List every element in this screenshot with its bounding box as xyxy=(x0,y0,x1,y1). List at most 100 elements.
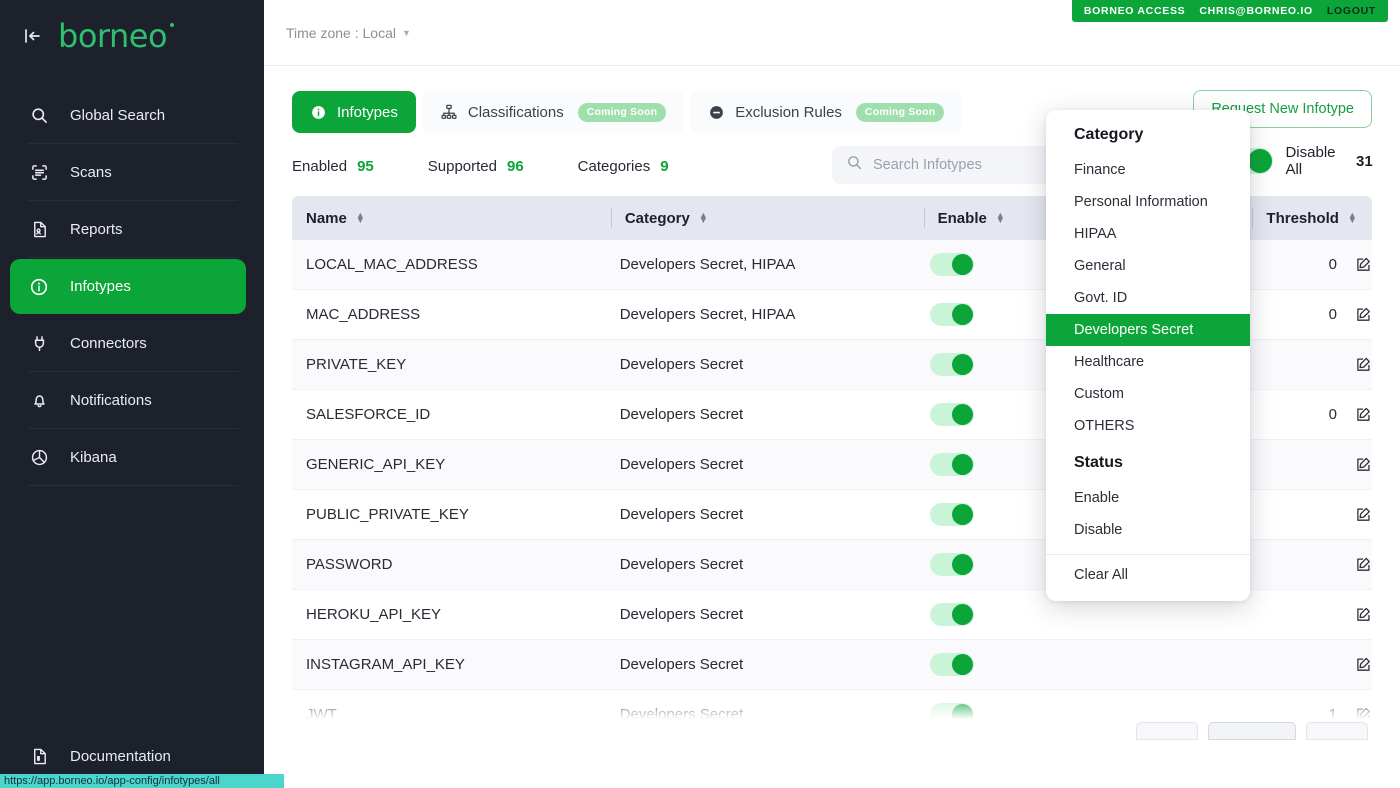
row-enable-toggle[interactable] xyxy=(929,703,974,726)
sidebar-item-label: Connectors xyxy=(70,335,147,352)
sidebar-item-infotypes[interactable]: Infotypes xyxy=(10,259,246,314)
minus-circle-icon xyxy=(708,104,725,121)
sitemap-icon xyxy=(440,103,458,121)
column-label: Enable xyxy=(937,209,987,227)
borneo-logo: borneo xyxy=(58,17,175,55)
table-row: INSTAGRAM_API_KEY Developers Secret xyxy=(292,640,1372,690)
dropdown-category-option[interactable]: General xyxy=(1046,250,1250,282)
edit-row-icon[interactable] xyxy=(1355,406,1372,423)
cell-category: Developers Secret, HIPAA xyxy=(619,306,796,323)
cell-category: Developers Secret, HIPAA xyxy=(619,256,796,273)
dropdown-category-option[interactable]: Finance xyxy=(1046,154,1250,186)
column-header-name[interactable]: Name ▲ ▼ xyxy=(292,196,611,240)
sort-icon[interactable]: ▲ ▼ xyxy=(699,211,708,225)
browser-status-url: https://app.borneo.io/app-config/infotyp… xyxy=(0,774,284,788)
search-icon xyxy=(28,105,50,127)
row-enable-toggle[interactable] xyxy=(929,553,974,576)
tab-label: Exclusion Rules xyxy=(735,103,842,121)
sort-icon[interactable]: ▲ ▼ xyxy=(356,211,365,225)
timezone-label: Time zone : Local xyxy=(286,24,396,41)
dropdown-clear-all[interactable]: Clear All xyxy=(1046,559,1250,591)
row-enable-toggle[interactable] xyxy=(929,503,974,526)
sort-icon[interactable]: ▲ ▼ xyxy=(1348,211,1357,225)
cell-category: Developers Secret xyxy=(619,506,744,523)
row-enable-toggle[interactable] xyxy=(929,303,974,326)
search-infotypes-box[interactable] xyxy=(832,146,1060,184)
app-root: borneo Global Search Scans Reports Infot… xyxy=(0,0,1400,788)
sidebar-item-kibana[interactable]: Kibana xyxy=(10,430,246,486)
cell-category: Developers Secret xyxy=(619,406,744,423)
cell-category: Developers Secret xyxy=(619,556,744,573)
edit-row-icon[interactable] xyxy=(1355,456,1372,473)
cell-threshold: 0 xyxy=(1328,256,1337,273)
cell-enable xyxy=(914,603,1238,626)
edit-row-icon[interactable] xyxy=(1355,306,1372,323)
sidebar-item-connectors[interactable]: Connectors xyxy=(10,316,246,372)
tab-infotypes[interactable]: Infotypes xyxy=(292,91,416,133)
logo-dot xyxy=(170,23,175,27)
dropdown-divider xyxy=(1046,554,1250,555)
cell-name: GENERIC_API_KEY xyxy=(306,456,446,473)
dropdown-category-option[interactable]: Govt. ID xyxy=(1046,282,1250,314)
sort-icon[interactable]: ▲ ▼ xyxy=(996,211,1005,225)
column-header-category[interactable]: Category ▲ ▼ xyxy=(610,196,924,240)
sidebar-item-label: Infotypes xyxy=(70,278,131,295)
row-enable-toggle[interactable] xyxy=(929,453,974,476)
timezone-selector[interactable]: Time zone : Local ▼ xyxy=(286,25,411,41)
dropdown-category-option[interactable]: Personal Information xyxy=(1046,186,1250,218)
edit-row-icon[interactable] xyxy=(1355,706,1372,723)
dropdown-category-list: Finance Personal Information HIPAA General G… xyxy=(1046,154,1250,442)
edit-row-icon[interactable] xyxy=(1355,256,1372,273)
row-enable-toggle[interactable] xyxy=(929,253,974,276)
row-enable-toggle[interactable] xyxy=(929,603,974,626)
cell-category: Developers Secret xyxy=(619,356,744,373)
stat-categories: Categories 9 xyxy=(578,158,669,175)
kibana-icon xyxy=(28,447,50,469)
tab-classifications[interactable]: Classifications Coming Soon xyxy=(421,91,685,133)
row-enable-toggle[interactable] xyxy=(929,653,974,676)
dropdown-category-option[interactable]: Custom xyxy=(1046,378,1250,410)
edit-row-icon[interactable] xyxy=(1355,656,1372,673)
dropdown-status-option[interactable]: Enable xyxy=(1046,482,1250,514)
dropdown-category-option[interactable]: Healthcare xyxy=(1046,346,1250,378)
topbar: Time zone : Local ▼ BORNEO ACCESS CHRIS@… xyxy=(264,0,1400,66)
pagination-page-button[interactable] xyxy=(1208,722,1296,740)
edit-row-icon[interactable] xyxy=(1355,506,1372,523)
edit-row-icon[interactable] xyxy=(1355,606,1372,623)
sidebar-nav: Global Search Scans Reports Infotypes Co… xyxy=(0,88,264,487)
sidebar-item-global-search[interactable]: Global Search xyxy=(10,88,246,144)
report-document-icon xyxy=(28,219,50,241)
sidebar-item-scans[interactable]: Scans xyxy=(10,145,246,201)
row-enable-toggle[interactable] xyxy=(929,403,974,426)
cell-threshold: 0 xyxy=(1328,406,1337,423)
edit-row-icon[interactable] xyxy=(1355,356,1372,373)
pagination-prev-button[interactable] xyxy=(1136,722,1198,740)
filter-dropdown: Category Finance Personal Information HIPA… xyxy=(1046,110,1250,601)
cell-name: JWT xyxy=(306,706,337,723)
column-header-threshold[interactable]: Threshold ▲ ▼ xyxy=(1252,196,1372,240)
bell-icon xyxy=(28,390,50,412)
cell-category: Developers Secret xyxy=(619,606,744,623)
pagination-next-button[interactable] xyxy=(1306,722,1368,740)
dropdown-status-option[interactable]: Disable xyxy=(1046,514,1250,546)
dropdown-category-option[interactable]: Developers Secret xyxy=(1046,314,1250,346)
scan-icon xyxy=(28,162,50,184)
stat-label: Supported xyxy=(427,157,497,175)
cell-enable xyxy=(914,653,1238,676)
logout-button[interactable]: LOGOUT xyxy=(1327,5,1376,17)
tab-exclusion-rules[interactable]: Exclusion Rules Coming Soon xyxy=(690,91,963,133)
cell-category: Developers Secret xyxy=(619,656,744,673)
column-label: Threshold xyxy=(1266,209,1339,227)
dropdown-category-option[interactable]: HIPAA xyxy=(1046,218,1250,250)
sidebar-item-label: Global Search xyxy=(70,107,166,124)
search-input[interactable] xyxy=(873,157,1046,173)
row-enable-toggle[interactable] xyxy=(929,353,974,376)
collapse-panel-icon[interactable] xyxy=(22,25,44,47)
dropdown-category-option[interactable]: OTHERS xyxy=(1046,410,1250,442)
edit-row-icon[interactable] xyxy=(1355,556,1372,573)
sidebar-item-reports[interactable]: Reports xyxy=(10,202,246,258)
sidebar-item-notifications[interactable]: Notifications xyxy=(10,373,246,429)
pagination xyxy=(1136,722,1368,740)
sidebar-item-documentation[interactable]: Documentation xyxy=(10,732,246,780)
stat-label: Enabled xyxy=(292,157,348,175)
